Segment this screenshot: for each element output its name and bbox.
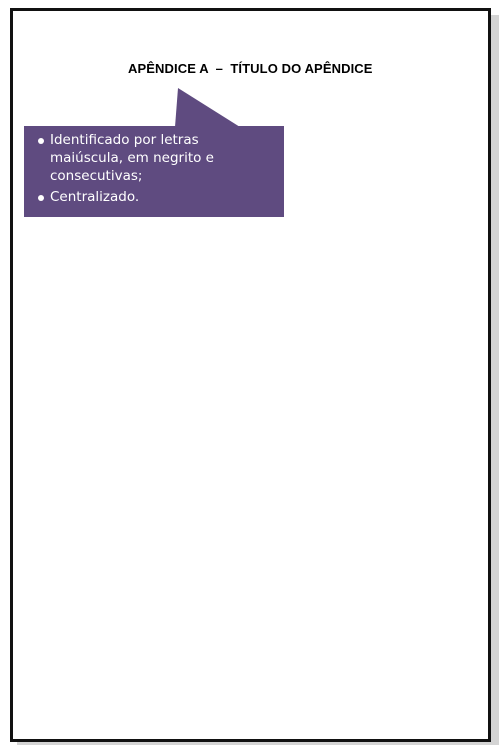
appendix-title: APÊNDICE A – TÍTULO DO APÊNDICE <box>128 61 373 76</box>
callout-box: Identificado por letras maiúscula, em ne… <box>24 126 284 217</box>
callout-list: Identificado por letras maiúscula, em ne… <box>38 131 274 206</box>
document-page <box>10 8 491 742</box>
callout-item-identification: Identificado por letras maiúscula, em ne… <box>38 131 274 185</box>
callout-item-centered: Centralizado. <box>38 188 274 206</box>
